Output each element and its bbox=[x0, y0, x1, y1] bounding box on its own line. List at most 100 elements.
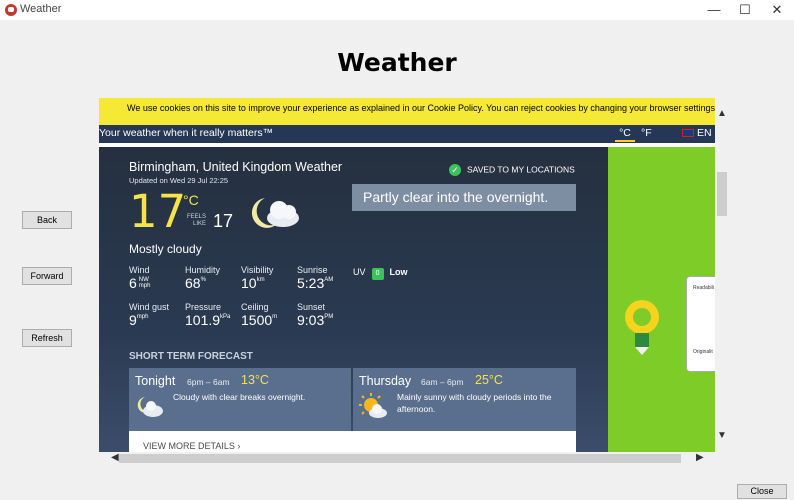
unit-celsius-toggle[interactable]: °C bbox=[615, 125, 635, 142]
forecast-summary: Partly clear into the overnight. bbox=[352, 184, 576, 211]
language-label: EN bbox=[697, 127, 712, 139]
wind-gust-stat: Wind gust 9mph bbox=[129, 302, 169, 330]
page-title: Weather bbox=[337, 48, 457, 77]
forecast-temp: 25°C bbox=[475, 373, 503, 387]
scroll-left-icon[interactable]: ◀ bbox=[111, 452, 119, 464]
ad-label-readability: Readabili bbox=[693, 285, 714, 291]
check-icon: ✓ bbox=[449, 164, 461, 176]
updated-timestamp: Updated on Wed 29 Jul 22:25 bbox=[129, 176, 229, 185]
wind-unit: NW mph bbox=[139, 277, 151, 289]
saved-label: SAVED TO MY LOCATIONS bbox=[467, 164, 575, 175]
feels-label-line1: FEELS bbox=[186, 214, 206, 220]
flag-icon bbox=[682, 129, 694, 138]
horizontal-scroll-thumb[interactable] bbox=[119, 454, 681, 463]
vertical-scrollbar[interactable]: ▲ ▼ bbox=[715, 98, 729, 452]
visibility-stat: Visibility 10km bbox=[241, 265, 273, 293]
advertisement-panel[interactable]: Readabili Originalit bbox=[608, 147, 715, 452]
humidity-unit: % bbox=[200, 277, 206, 283]
close-window-button[interactable]: ✕ bbox=[762, 0, 792, 20]
forward-button[interactable]: Forward bbox=[22, 267, 72, 285]
moon-cloud-icon bbox=[137, 397, 163, 417]
uv-stat: UV 0 Low bbox=[353, 267, 408, 280]
uv-label: UV bbox=[353, 267, 366, 277]
saved-locations-indicator[interactable]: ✓ SAVED TO MY LOCATIONS bbox=[449, 164, 575, 176]
current-temperature: 17 bbox=[129, 185, 187, 238]
pressure-unit: kPa bbox=[220, 314, 231, 320]
unit-fahrenheit-toggle[interactable]: °F bbox=[641, 125, 652, 142]
forecast-time: 6am – 6pm bbox=[421, 377, 464, 387]
maximize-button[interactable]: ☐ bbox=[730, 0, 760, 20]
feels-like-value: 17 bbox=[213, 211, 234, 231]
forecast-description: Cloudy with clear breaks overnight. bbox=[173, 392, 306, 402]
scroll-right-icon[interactable]: ▶ bbox=[696, 452, 704, 464]
forecast-day: Tonight bbox=[135, 374, 176, 388]
visibility-label: Visibility bbox=[241, 265, 274, 275]
ad-label-originality: Originalit bbox=[693, 349, 713, 355]
cookie-banner: We use cookies on this site to improve y… bbox=[99, 98, 715, 125]
lightbulb-icon bbox=[625, 300, 659, 355]
forecast-card-thursday[interactable]: Thursday 6am – 6pm 25°C Mainly sunny wit… bbox=[353, 368, 576, 431]
forecast-card-tonight[interactable]: Tonight 6pm – 6am 13°C Cloudy with clear… bbox=[129, 368, 351, 431]
pressure-label: Pressure bbox=[185, 302, 222, 312]
language-selector[interactable]: EN bbox=[682, 125, 712, 142]
forecast-description: Mainly sunny with cloudy periods into th… bbox=[397, 391, 552, 415]
feels-label-line2: LIKE bbox=[192, 221, 206, 227]
pressure-value: 101.9 bbox=[185, 312, 221, 328]
sunrise-label: Sunrise bbox=[297, 265, 328, 275]
app-icon bbox=[5, 4, 17, 16]
wind-label: Wind bbox=[129, 265, 150, 275]
site-tagline: Your weather when it really matters™ bbox=[99, 127, 274, 139]
wind-value: 6 bbox=[129, 275, 137, 291]
ceiling-unit: m bbox=[272, 314, 278, 320]
current-weather-panel: Birmingham, United Kingdom Weather Updat… bbox=[99, 147, 608, 452]
uv-index-badge: 0 bbox=[371, 268, 384, 280]
forecast-temp: 13°C bbox=[241, 373, 269, 387]
ad-card: Readabili Originalit bbox=[686, 276, 715, 372]
forecast-time: 6pm – 6am bbox=[187, 377, 230, 387]
ceiling-stat: Ceiling 1500m bbox=[241, 302, 277, 330]
window-title: Weather bbox=[20, 3, 62, 15]
sunset-stat: Sunset 9:03PM bbox=[297, 302, 333, 330]
sun-cloud-icon bbox=[359, 393, 387, 418]
condition-text: Mostly cloudy bbox=[129, 242, 202, 256]
wind-unit-mph: mph bbox=[138, 283, 151, 289]
short-term-heading: SHORT TERM FORECAST bbox=[129, 351, 253, 362]
wind-stat: Wind 6 NW mph bbox=[129, 265, 150, 293]
wind-gust-value: 9 bbox=[129, 312, 137, 328]
feels-like-label: FEELS LIKE bbox=[186, 214, 206, 228]
scroll-down-icon[interactable]: ▼ bbox=[715, 430, 729, 441]
forecast-description-line1: Mainly sunny with cloudy periods into th… bbox=[397, 392, 552, 402]
uv-level: Low bbox=[389, 267, 408, 277]
vertical-scroll-thumb[interactable] bbox=[717, 172, 727, 216]
sunrise-stat: Sunrise 5:23AM bbox=[297, 265, 333, 293]
pressure-stat: Pressure 101.9kPa bbox=[185, 302, 230, 330]
sunset-label: Sunset bbox=[297, 302, 326, 312]
web-view[interactable]: We use cookies on this site to improve y… bbox=[99, 98, 715, 452]
forecast-description-line2: afternoon. bbox=[397, 404, 436, 414]
forecast-day: Thursday bbox=[359, 374, 412, 388]
sunrise-value: 5:23 bbox=[297, 275, 325, 291]
humidity-stat: Humidity 68% bbox=[185, 265, 220, 293]
humidity-value: 68 bbox=[185, 275, 201, 291]
moon-cloud-icon bbox=[251, 198, 299, 228]
refresh-button[interactable]: Refresh bbox=[22, 329, 72, 347]
sunrise-unit: AM bbox=[324, 277, 334, 283]
location-title: Birmingham, United Kingdom Weather bbox=[129, 160, 343, 174]
back-button[interactable]: Back bbox=[22, 211, 72, 229]
sunset-value: 9:03 bbox=[297, 312, 325, 328]
ceiling-label: Ceiling bbox=[241, 302, 269, 312]
close-button[interactable]: Close bbox=[737, 484, 787, 499]
ceiling-value: 1500 bbox=[241, 312, 273, 328]
temperature-unit: °C bbox=[183, 192, 199, 208]
visibility-unit: km bbox=[256, 277, 265, 283]
humidity-label: Humidity bbox=[185, 265, 221, 275]
wind-gust-label: Wind gust bbox=[129, 302, 170, 312]
title-bar: Weather — ☐ ✕ bbox=[0, 0, 794, 20]
scroll-up-icon[interactable]: ▲ bbox=[715, 108, 729, 119]
sunset-unit: PM bbox=[324, 314, 334, 320]
site-navbar: Your weather when it really matters™ °C … bbox=[99, 125, 715, 143]
horizontal-scrollbar[interactable]: ◀ ▶ bbox=[99, 452, 715, 465]
minimize-button[interactable]: — bbox=[699, 0, 729, 20]
view-more-details-link[interactable]: VIEW MORE DETAILS › bbox=[129, 431, 576, 452]
visibility-value: 10 bbox=[241, 275, 257, 291]
